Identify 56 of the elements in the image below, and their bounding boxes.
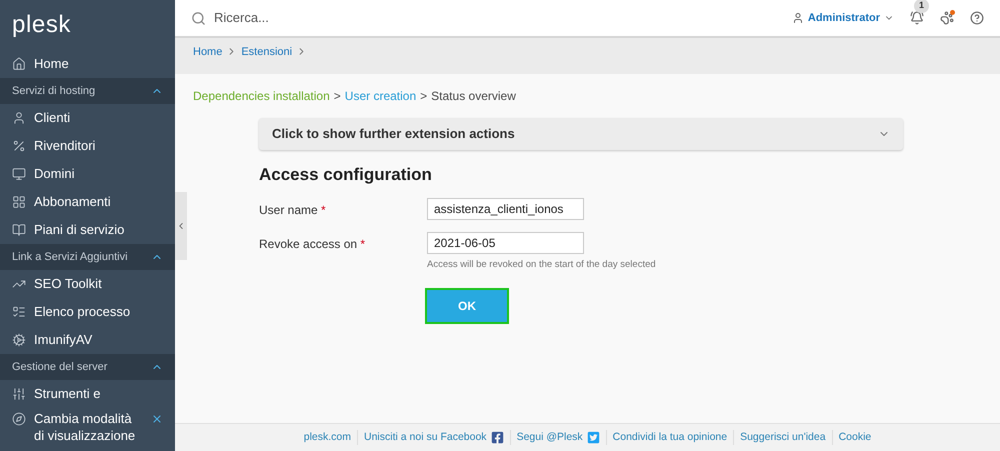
percent-icon — [12, 139, 26, 153]
house-icon — [12, 57, 26, 71]
monitor-icon — [12, 167, 26, 181]
search-field[interactable]: Ricerca... — [214, 8, 414, 28]
grid-icon — [12, 195, 26, 209]
footer-link[interactable]: Cookie — [838, 430, 872, 446]
sidebar-item[interactable]: Elenco processo — [0, 298, 175, 326]
required-mark: * — [321, 202, 326, 216]
sidebar-item[interactable]: SEO Toolkit — [0, 270, 175, 298]
required-mark: * — [360, 236, 366, 250]
sidebar-item[interactable]: Cambia modalità di visualizzazione — [0, 410, 175, 444]
paw-icon[interactable] — [940, 11, 954, 25]
sidebar-item[interactable]: Piani di servizio — [0, 216, 175, 244]
text-field[interactable]: assistenza_clienti_ionos — [427, 198, 584, 220]
footer-link[interactable]: Unisciti a noi su Facebook — [364, 430, 487, 446]
footer-link[interactable]: plesk.com — [304, 430, 351, 446]
accordion-header[interactable]: Click to show further extension actions — [259, 118, 903, 150]
footer-link[interactable]: Suggerisci un'idea — [740, 430, 826, 446]
step-separator: > — [334, 88, 341, 105]
search-icon — [191, 10, 206, 26]
facebook-icon[interactable] — [490, 431, 504, 444]
twitter-icon[interactable] — [586, 431, 600, 444]
step-separator: > — [420, 88, 428, 105]
logo[interactable]: plesk — [12, 13, 72, 37]
sidebar-item[interactable]: Strumenti e — [0, 380, 175, 408]
sidebar-item[interactable]: ImunifyAV — [0, 326, 175, 354]
footer-link[interactable]: Condividi la tua opinione — [612, 430, 728, 446]
form-title: Access configuration — [259, 164, 433, 186]
field-hint: Access will be revoked on the start of the day selected — [427, 258, 656, 272]
sidebar-item[interactable]: Domini — [0, 160, 175, 188]
breadcrumb-link[interactable]: Home — [193, 44, 222, 60]
compass-icon — [12, 412, 26, 426]
footer-link[interactable]: Segui @Plesk — [516, 430, 583, 446]
bell-icon[interactable] — [910, 11, 924, 25]
notification-badge: 1 — [914, 0, 930, 12]
sliders-icon — [12, 387, 26, 401]
sidebar-section[interactable]: Link a Servizi Aggiuntivi — [0, 244, 175, 270]
field-label: Revoke access on — [259, 236, 358, 250]
user-menu[interactable]: Administrator — [792, 10, 894, 26]
sidebar-item[interactable]: Rivenditori — [0, 132, 175, 160]
user-icon — [792, 12, 804, 24]
user-icon — [12, 111, 26, 125]
sidebar-section[interactable]: Servizi di hosting — [0, 78, 175, 104]
wizard-step: Status overview — [431, 87, 516, 105]
sidebar-item[interactable]: Abbonamenti — [0, 188, 175, 216]
sidebar-item[interactable]: Clienti — [0, 104, 175, 132]
sidebar-section[interactable]: Gestione del server — [0, 354, 175, 380]
breadcrumb-link[interactable]: Estensioni — [241, 44, 292, 60]
sidebar-item[interactable]: Home — [0, 50, 175, 78]
gear-icon — [12, 333, 26, 347]
book-icon — [12, 223, 26, 237]
field-label: User name — [259, 202, 318, 216]
text-field[interactable]: 2021-06-05 — [427, 232, 584, 254]
help-icon[interactable] — [970, 11, 984, 25]
close-icon[interactable] — [151, 413, 163, 425]
list-icon — [12, 305, 26, 319]
